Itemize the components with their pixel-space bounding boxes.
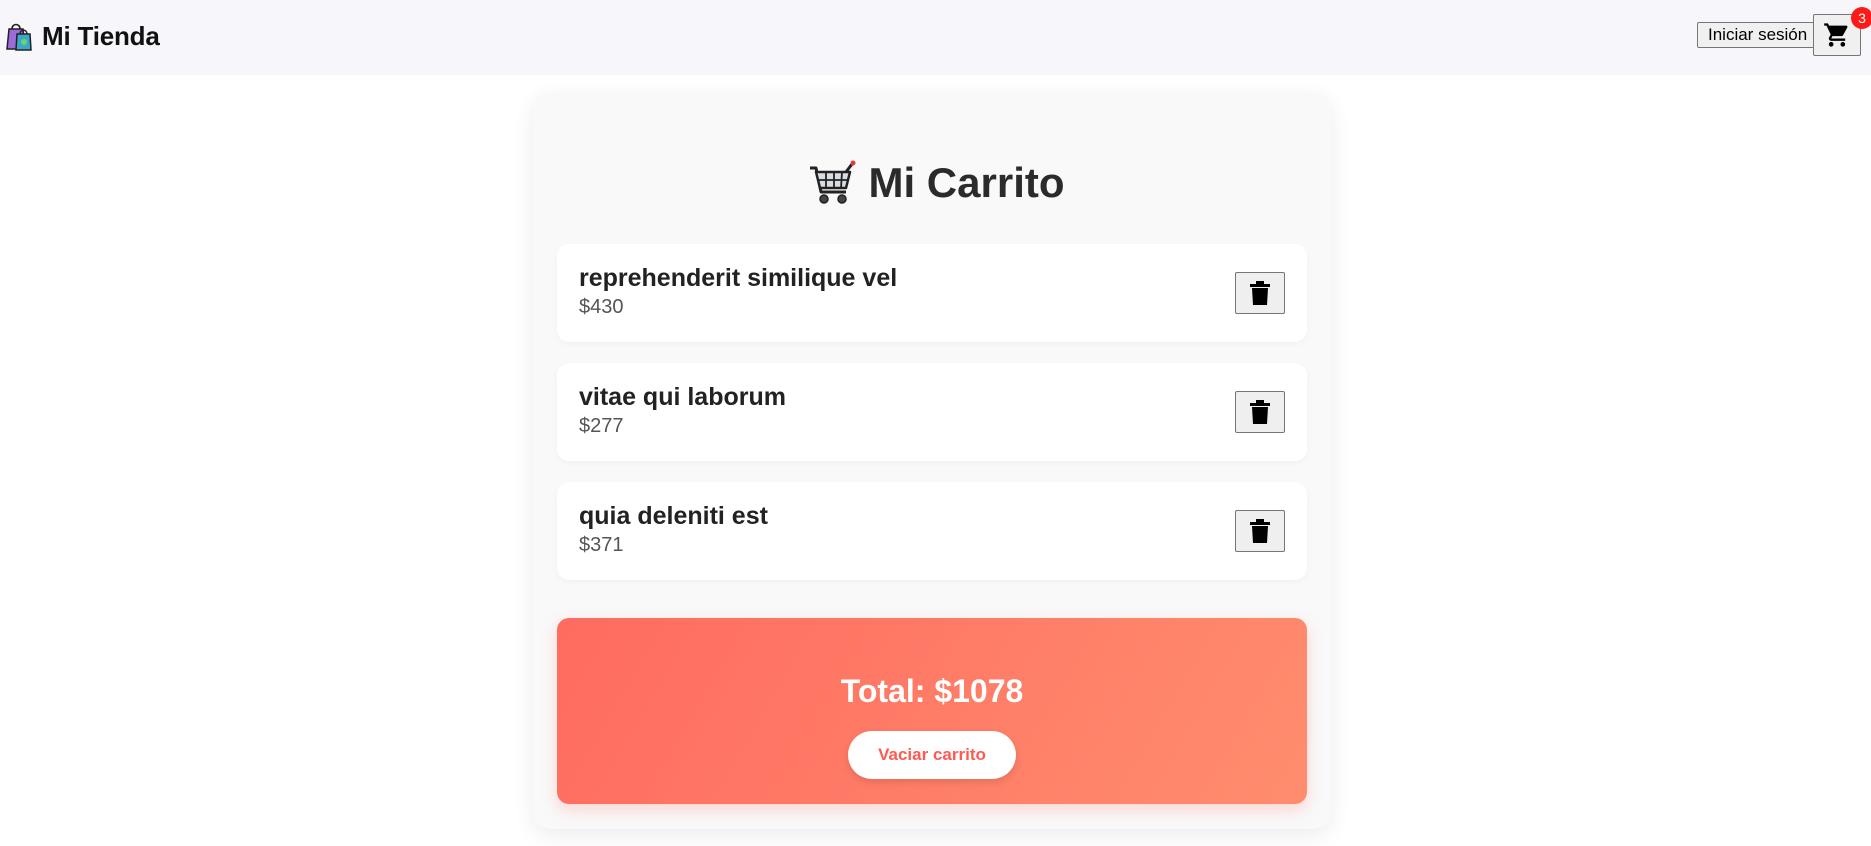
item-name: reprehenderit similique vel [579, 264, 898, 292]
item-price: $371 [579, 534, 624, 556]
shopping-cart-icon [810, 160, 856, 204]
cart-total-box: Total: $1078 Vaciar carrito [557, 618, 1307, 804]
item-name: quia deleniti est [579, 502, 768, 530]
cart-item: reprehenderit similique vel $430 [557, 244, 1307, 342]
cart-item: quia deleniti est $371 [557, 482, 1307, 580]
trash-icon [1250, 400, 1270, 424]
item-price: $430 [579, 296, 624, 318]
login-button[interactable]: Iniciar sesión [1697, 22, 1819, 48]
page-title: Mi Carrito [868, 159, 1065, 206]
trash-icon [1250, 519, 1270, 543]
brand-title: Mi Tienda [42, 20, 160, 51]
cart-count-badge: 3 [1851, 7, 1871, 29]
trash-icon [1250, 281, 1270, 305]
cart-total: Total: $1078 [840, 673, 1024, 709]
delete-item-button[interactable] [1235, 391, 1285, 433]
cart-heading: Mi Carrito [0, 158, 1871, 208]
delete-item-button[interactable] [1235, 272, 1285, 314]
top-navigation-bar: Mi Tienda Iniciar sesión 3 [0, 0, 1871, 75]
shopping-bags-icon [6, 23, 32, 51]
item-name: vitae qui laborum [579, 383, 786, 411]
empty-cart-button[interactable]: Vaciar carrito [848, 731, 1016, 779]
cart-item: vitae qui laborum $277 [557, 363, 1307, 461]
delete-item-button[interactable] [1235, 510, 1285, 552]
cart-icon [1824, 23, 1848, 47]
item-price: $277 [579, 415, 624, 437]
brand[interactable]: Mi Tienda [2, 20, 160, 52]
